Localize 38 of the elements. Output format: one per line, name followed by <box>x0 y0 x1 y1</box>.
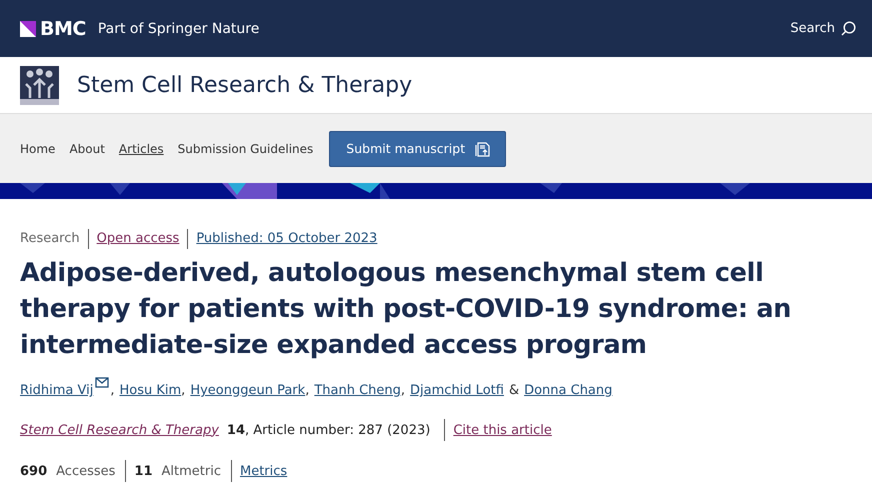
submit-manuscript-button[interactable]: Submit manuscript <box>329 130 506 166</box>
search-button[interactable]: Search <box>784 20 862 37</box>
metrics-link[interactable]: Metrics <box>240 464 288 478</box>
mail-icon[interactable] <box>95 377 110 388</box>
author-link[interactable]: Donna Chang <box>524 383 612 398</box>
author-link[interactable]: Hosu Kim <box>119 383 182 398</box>
metric-count: 690 <box>20 464 48 478</box>
document-upload-icon <box>475 140 492 157</box>
journal-title[interactable]: Stem Cell Research & Therapy <box>77 72 412 98</box>
author-separator: , <box>400 383 406 398</box>
nav-link[interactable]: Home <box>20 142 56 156</box>
author-link[interactable]: Hyeonggeun Park <box>190 383 306 398</box>
volume-number: 14 <box>226 422 246 438</box>
brand-name[interactable]: BMC <box>40 18 86 40</box>
published-date-link[interactable]: Published: 05 October 2023 <box>187 229 386 249</box>
metric-count: 11 <box>134 464 153 478</box>
brand-tagline: Part of Springer Nature <box>98 20 260 36</box>
journal-link[interactable]: Stem Cell Research & Therapy <box>20 422 219 438</box>
article-type: Research <box>20 230 81 248</box>
nav-link[interactable]: Articles <box>118 142 164 156</box>
author-link[interactable]: Ridhima Vij <box>20 383 94 398</box>
author-link[interactable]: Thanh Cheng <box>314 383 401 398</box>
author-link[interactable]: Djamchid Lotfi <box>410 383 504 398</box>
author-separator: , <box>305 383 310 398</box>
metric-label: Accesses <box>56 464 116 478</box>
metric-label: Altmetric <box>162 464 221 478</box>
article-number: , Article number: 287 (2023) <box>245 422 430 438</box>
nav-link[interactable]: About <box>69 142 105 156</box>
cite-link[interactable]: Cite this article <box>453 422 552 438</box>
author-separator: & <box>508 383 520 398</box>
open-access-link[interactable]: Open access <box>88 229 188 249</box>
author-separator: , <box>181 383 186 398</box>
logo-icon <box>20 20 36 36</box>
nav-link[interactable]: Submission Guidelines <box>178 142 314 156</box>
author-separator: , <box>110 383 114 398</box>
article-title: Adipose-derived, autologous mesenchymal stem cell therapy for patients with post-COVID-19 syndrome: an intermediate-size expanded access program <box>20 257 792 362</box>
search-icon <box>841 21 856 36</box>
journal-logo-icon <box>20 66 59 104</box>
